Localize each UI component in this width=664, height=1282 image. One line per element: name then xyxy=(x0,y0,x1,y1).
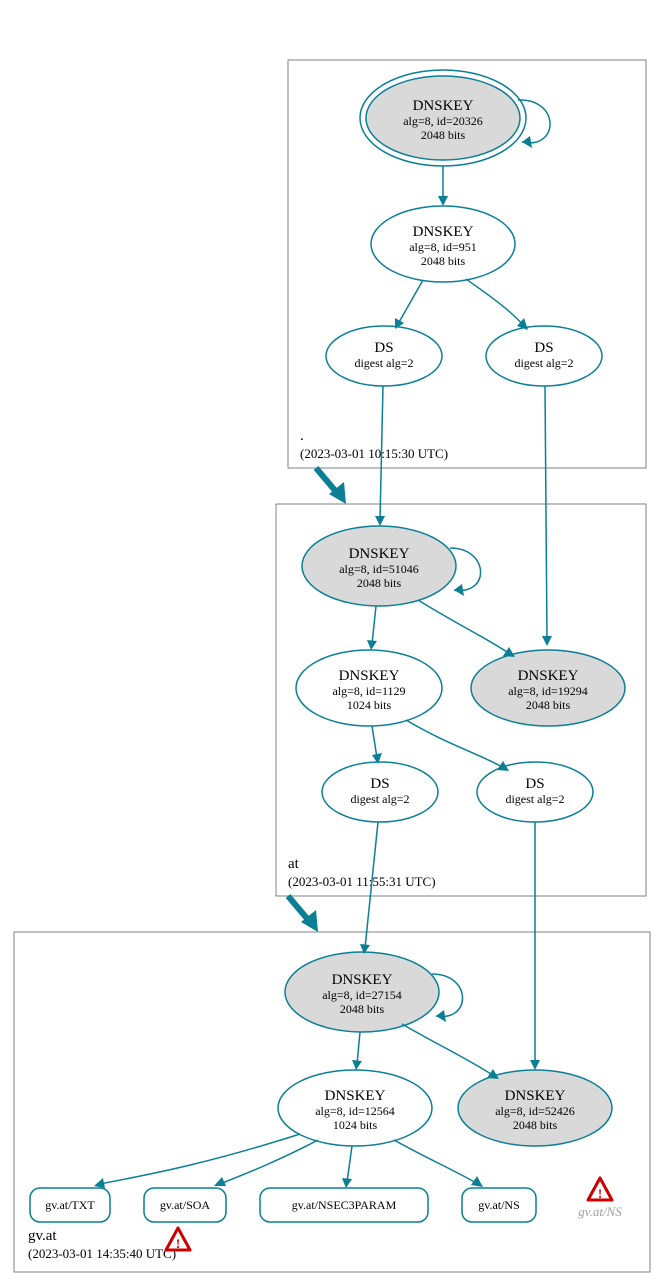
svg-text:DNSKEY: DNSKEY xyxy=(413,224,474,240)
node-gv-key2: DNSKEY alg=8, id=52426 2048 bits xyxy=(458,1070,612,1146)
svg-text:1024 bits: 1024 bits xyxy=(333,1118,378,1132)
node-gv-txt: gv.at/TXT xyxy=(30,1188,110,1222)
svg-text:alg=8, id=20326: alg=8, id=20326 xyxy=(403,114,483,128)
svg-text:DS: DS xyxy=(370,776,389,792)
zone-gvat-timestamp: (2023-03-01 14:35:40 UTC) xyxy=(28,1246,176,1261)
svg-text:digest alg=2: digest alg=2 xyxy=(350,792,409,806)
edge-at-ksk-key2 xyxy=(418,600,510,654)
svg-text:DNSKEY: DNSKEY xyxy=(325,1088,386,1104)
svg-text:1024 bits: 1024 bits xyxy=(347,698,392,712)
svg-text:digest alg=2: digest alg=2 xyxy=(514,356,573,370)
svg-text:2048 bits: 2048 bits xyxy=(340,1002,385,1016)
svg-text:digest alg=2: digest alg=2 xyxy=(505,792,564,806)
edge-at-ksk-zsk xyxy=(372,606,376,644)
edge-gv-ksk-key2 xyxy=(402,1024,494,1076)
node-at-ds1: DS digest alg=2 xyxy=(322,762,438,822)
node-at-zsk: DNSKEY alg=8, id=1129 1024 bits xyxy=(296,650,442,726)
edge-gv-zsk-ns xyxy=(394,1140,478,1184)
zone-root-label: . xyxy=(300,428,304,444)
svg-text:gv.at/NS: gv.at/NS xyxy=(578,1204,622,1219)
svg-text:2048 bits: 2048 bits xyxy=(421,128,466,142)
svg-text:alg=8, id=51046: alg=8, id=51046 xyxy=(339,562,419,576)
edge-gv-ksk-zsk xyxy=(357,1032,360,1064)
svg-text:alg=8, id=19294: alg=8, id=19294 xyxy=(508,684,588,698)
node-gv-zsk: DNSKEY alg=8, id=12564 1024 bits xyxy=(278,1070,432,1146)
svg-text:gv.at/NSEC3PARAM: gv.at/NSEC3PARAM xyxy=(292,1198,397,1212)
node-at-ds2: DS digest alg=2 xyxy=(477,762,593,822)
svg-text:DNSKEY: DNSKEY xyxy=(505,1088,566,1104)
svg-text:DNSKEY: DNSKEY xyxy=(339,668,400,684)
edge-gv-zsk-soa xyxy=(220,1140,318,1184)
svg-text:gv.at/TXT: gv.at/TXT xyxy=(45,1198,95,1212)
zone-at-timestamp: (2023-03-01 11:55:31 UTC) xyxy=(288,874,436,889)
svg-text:digest alg=2: digest alg=2 xyxy=(354,356,413,370)
node-gv-soa: gv.at/SOA xyxy=(144,1188,226,1222)
zone-root-timestamp: (2023-03-01 10:15:30 UTC) xyxy=(300,446,448,461)
svg-text:DNSKEY: DNSKEY xyxy=(332,972,393,988)
edge-at-zsk-ds1 xyxy=(372,726,377,758)
svg-text:DS: DS xyxy=(374,340,393,356)
edge-root-ds2-to-at-key2 xyxy=(545,386,547,640)
svg-text:2048 bits: 2048 bits xyxy=(526,698,571,712)
node-root-ds2: DS digest alg=2 xyxy=(486,326,602,386)
node-root-ksk: DNSKEY alg=8, id=20326 2048 bits xyxy=(360,70,526,166)
svg-text:!: ! xyxy=(598,1186,602,1201)
edge-gv-zsk-txt xyxy=(100,1134,300,1184)
svg-text:alg=8, id=1129: alg=8, id=1129 xyxy=(332,684,405,698)
svg-text:gv.at/NS: gv.at/NS xyxy=(478,1198,520,1212)
edge-root-ksk-self xyxy=(518,100,550,143)
edge-root-zsk-ds2 xyxy=(466,279,524,326)
svg-text:DNSKEY: DNSKEY xyxy=(349,546,410,562)
node-root-zsk: DNSKEY alg=8, id=951 2048 bits xyxy=(371,206,515,282)
svg-text:DNSKEY: DNSKEY xyxy=(413,98,474,114)
svg-text:2048 bits: 2048 bits xyxy=(513,1118,558,1132)
svg-text:gv.at/SOA: gv.at/SOA xyxy=(160,1198,211,1212)
edge-at-zsk-ds2 xyxy=(406,720,504,768)
svg-text:DNSKEY: DNSKEY xyxy=(518,668,579,684)
svg-text:alg=8, id=27154: alg=8, id=27154 xyxy=(322,988,402,1002)
node-gv-ns: gv.at/NS xyxy=(462,1188,536,1222)
svg-text:alg=8, id=12564: alg=8, id=12564 xyxy=(315,1104,395,1118)
node-gv-ksk: DNSKEY alg=8, id=27154 2048 bits xyxy=(285,952,439,1032)
node-root-ds1: DS digest alg=2 xyxy=(326,326,442,386)
edge-gv-zsk-nsec3 xyxy=(347,1146,352,1182)
node-at-key2: DNSKEY alg=8, id=19294 2048 bits xyxy=(471,650,625,726)
warning-zone-gvat: ! xyxy=(166,1228,190,1251)
svg-text:DS: DS xyxy=(525,776,544,792)
svg-text:DS: DS xyxy=(534,340,553,356)
svg-text:alg=8, id=52426: alg=8, id=52426 xyxy=(495,1104,575,1118)
warning-gv-ns: ! gv.at/NS xyxy=(578,1178,622,1219)
edge-root-zsk-ds1 xyxy=(398,280,423,324)
svg-text:alg=8, id=951: alg=8, id=951 xyxy=(409,240,477,254)
zone-gvat-label: gv.at xyxy=(28,1228,57,1244)
node-gv-nsec3param: gv.at/NSEC3PARAM xyxy=(260,1188,428,1222)
node-at-ksk: DNSKEY alg=8, id=51046 2048 bits xyxy=(302,526,456,606)
svg-text:2048 bits: 2048 bits xyxy=(357,576,402,590)
svg-text:2048 bits: 2048 bits xyxy=(421,254,466,268)
zone-at-label: at xyxy=(288,856,300,872)
svg-text:!: ! xyxy=(176,1236,180,1251)
